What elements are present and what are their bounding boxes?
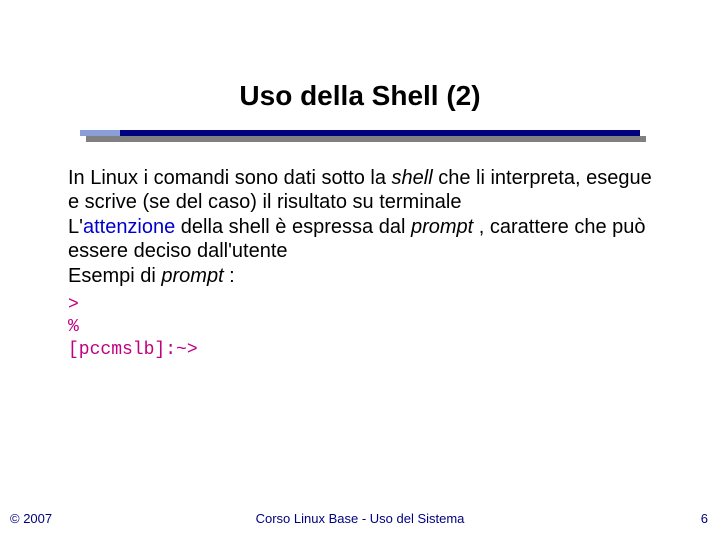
- text: :: [224, 265, 235, 287]
- code-line: >: [68, 294, 652, 317]
- italic-shell: shell: [392, 167, 433, 189]
- code-block: > % [pccmslb]:~>: [68, 294, 652, 362]
- text: L': [68, 216, 83, 238]
- slide-title: Uso della Shell (2): [0, 80, 720, 112]
- footer: © 2007 Corso Linux Base - Uso del Sistem…: [0, 506, 720, 526]
- underline-shadow: [86, 136, 646, 142]
- page-number: 6: [701, 511, 708, 526]
- underline-bar: [80, 130, 640, 136]
- underline-tail: [80, 130, 120, 136]
- footer-title: Corso Linux Base - Uso del Sistema: [0, 511, 720, 526]
- highlight-attenzione: attenzione: [83, 216, 175, 238]
- title-underline: [80, 130, 640, 144]
- text: Esempi di: [68, 265, 161, 287]
- code-line: %: [68, 316, 652, 339]
- italic-prompt2: prompt: [161, 265, 223, 287]
- code-line: [pccmslb]:~>: [68, 339, 652, 362]
- slide-body: In Linux i comandi sono dati sotto la sh…: [68, 166, 652, 361]
- text: della shell è espressa dal: [175, 216, 411, 238]
- slide: Uso della Shell (2) In Linux i comandi s…: [0, 0, 720, 540]
- italic-prompt1: prompt: [411, 216, 473, 238]
- text: In Linux i comandi sono dati sotto la: [68, 167, 392, 189]
